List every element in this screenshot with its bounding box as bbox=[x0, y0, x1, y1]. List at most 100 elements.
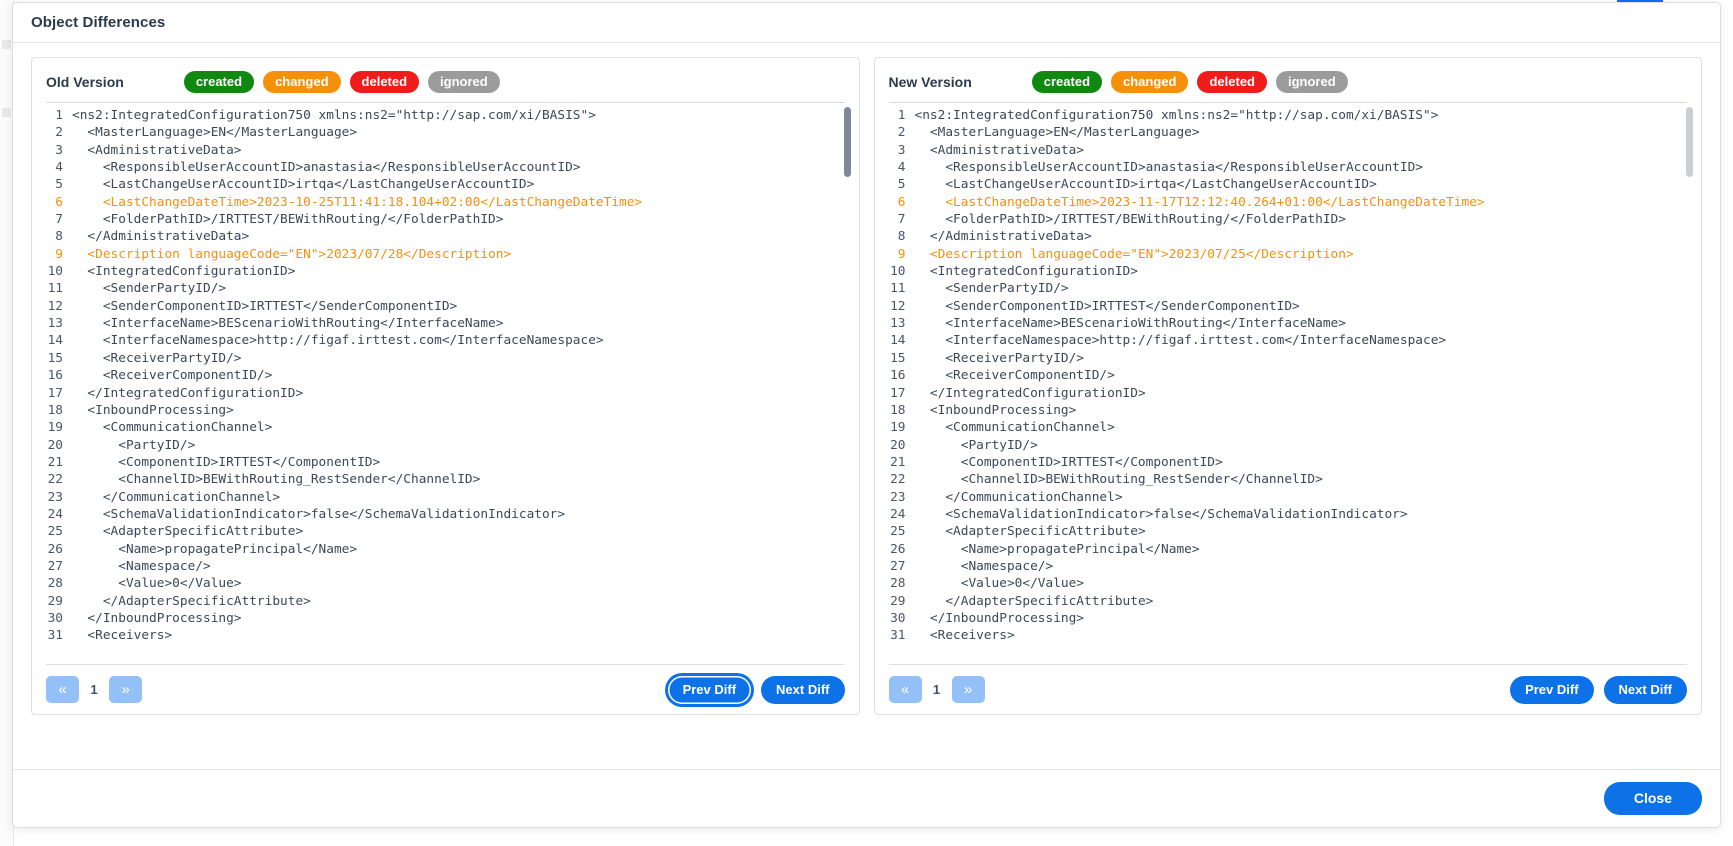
code-line: 23 </CommunicationChannel> bbox=[889, 489, 1696, 506]
legend-badge-deleted: deleted bbox=[349, 71, 420, 93]
code-line-number: 2 bbox=[897, 125, 906, 141]
old-version-code: 1 <ns2:IntegratedConfiguration750 xmlns:n… bbox=[46, 103, 853, 645]
code-line-number: 28 bbox=[890, 576, 906, 592]
old-version-prev-diff-button[interactable]: Prev Diff bbox=[667, 675, 752, 704]
code-line: 28 <Value>0</Value> bbox=[889, 575, 1696, 592]
new-version-first-page-button[interactable]: « bbox=[888, 676, 922, 703]
code-line: 1 <ns2:IntegratedConfiguration750 xmlns:n… bbox=[889, 107, 1696, 124]
new-version-footer: « 1 » Prev Diff Next Diff bbox=[888, 664, 1687, 714]
code-line-number: 30 bbox=[47, 610, 63, 626]
new-version-pager: « 1 » bbox=[888, 676, 985, 703]
code-line: 6 <LastChangeDateTime>2023-10-25T11:41:1… bbox=[46, 194, 853, 211]
code-line-text: <InboundProcessing> bbox=[72, 402, 234, 418]
code-line-number: 31 bbox=[47, 628, 63, 644]
new-version-code-viewport[interactable]: 1 <ns2:IntegratedConfiguration750 xmlns:n… bbox=[889, 103, 1696, 664]
code-line-text: <ResponsibleUserAccountID>anastasia</Res… bbox=[72, 160, 581, 176]
code-line-text: <CommunicationChannel> bbox=[72, 420, 273, 436]
code-line-text: <ComponentID>IRTTEST</ComponentID> bbox=[914, 454, 1223, 470]
code-line-number: 5 bbox=[897, 177, 906, 193]
code-line-text: <LastChangeDateTime>2023-11-17T12:12:40.… bbox=[914, 194, 1485, 210]
code-line-number: 1 bbox=[55, 108, 63, 123]
code-line: 16 <ReceiverComponentID/> bbox=[889, 367, 1696, 384]
code-line: 21 <ComponentID>IRTTEST</ComponentID> bbox=[46, 454, 853, 471]
code-line-text: <ChannelID>BEWithRouting_RestSender</Cha… bbox=[914, 472, 1323, 488]
code-line-text: <MasterLanguage>EN</MasterLanguage> bbox=[72, 125, 358, 141]
code-line-text: </AdministrativeData> bbox=[72, 229, 250, 245]
legend-badge-created: created bbox=[183, 71, 255, 93]
new-version-scrollbar-thumb[interactable] bbox=[1686, 107, 1693, 177]
code-line-number: 4 bbox=[897, 160, 906, 176]
code-line-number: 28 bbox=[47, 576, 63, 592]
code-line: 13 <InterfaceName>BEScenarioWithRouting<… bbox=[889, 315, 1696, 332]
code-line-text: <PartyID/> bbox=[72, 437, 196, 453]
code-line-text: </InboundProcessing> bbox=[914, 610, 1085, 626]
code-line: 16 <ReceiverComponentID/> bbox=[46, 367, 853, 384]
code-line-number: 8 bbox=[55, 229, 63, 245]
old-version-next-page-button[interactable]: » bbox=[109, 676, 142, 703]
code-line-text: <InterfaceNamespace>http://figaf.irttest… bbox=[914, 333, 1447, 349]
code-line: 23 </CommunicationChannel> bbox=[46, 489, 853, 506]
old-version-pager: « 1 » bbox=[46, 676, 142, 703]
code-line-text: <ReceiverComponentID/> bbox=[72, 368, 273, 384]
code-line: 26 <Name>propagatePrincipal</Name> bbox=[46, 541, 853, 558]
old-version-first-page-button[interactable]: « bbox=[46, 676, 79, 703]
code-line-text: </AdapterSpecificAttribute> bbox=[72, 593, 311, 609]
code-line-number: 10 bbox=[47, 264, 63, 280]
code-line-text: <InterfaceName>BEScenarioWithRouting</In… bbox=[72, 316, 504, 332]
code-line-text: <Name>propagatePrincipal</Name> bbox=[72, 541, 358, 557]
code-line-number: 20 bbox=[890, 437, 906, 453]
code-line: 22 <ChannelID>BEWithRouting_RestSender</… bbox=[889, 471, 1696, 488]
code-line: 24 <SchemaValidationIndicator>false</Sch… bbox=[46, 506, 853, 523]
dialog-body: Old Version created changed deleted igno… bbox=[13, 43, 1720, 769]
old-version-code-viewport[interactable]: 1 <ns2:IntegratedConfiguration750 xmlns:n… bbox=[46, 103, 853, 664]
close-button[interactable]: Close bbox=[1603, 782, 1702, 815]
code-line-text: <AdapterSpecificAttribute> bbox=[72, 524, 304, 540]
code-line-text: <SenderPartyID/> bbox=[914, 281, 1069, 297]
code-line-text: <InterfaceName>BEScenarioWithRouting</In… bbox=[914, 316, 1346, 332]
code-line-number: 14 bbox=[47, 333, 63, 349]
code-line-text: </AdapterSpecificAttribute> bbox=[914, 593, 1154, 609]
code-line: 11 <SenderPartyID/> bbox=[46, 280, 853, 297]
code-line: 6 <LastChangeDateTime>2023-11-17T12:12:4… bbox=[889, 194, 1696, 211]
code-line-number: 25 bbox=[47, 524, 63, 540]
code-line-number: 6 bbox=[55, 194, 63, 210]
new-version-next-diff-button[interactable]: Next Diff bbox=[1603, 675, 1687, 704]
code-line-text: <FolderPathID>/IRTTEST/BEWithRouting/</F… bbox=[72, 212, 504, 228]
code-line-text: <ChannelID>BEWithRouting_RestSender</Cha… bbox=[72, 472, 481, 488]
code-line: 2 <MasterLanguage>EN</MasterLanguage> bbox=[889, 124, 1696, 141]
code-line: 11 <SenderPartyID/> bbox=[889, 280, 1696, 297]
code-line-number: 13 bbox=[890, 316, 906, 332]
old-version-next-diff-button[interactable]: Next Diff bbox=[761, 675, 845, 704]
code-line-text: <InboundProcessing> bbox=[914, 402, 1077, 418]
code-line: 30 </InboundProcessing> bbox=[46, 610, 853, 627]
new-version-next-page-button[interactable]: » bbox=[951, 676, 985, 703]
legend-badge-deleted: deleted bbox=[1197, 71, 1267, 93]
code-line-number: 4 bbox=[55, 160, 63, 176]
code-line: 31 <Receivers> bbox=[889, 627, 1696, 644]
code-line-number: 11 bbox=[47, 281, 63, 297]
code-line: 25 <AdapterSpecificAttribute> bbox=[46, 523, 853, 540]
code-line-number: 23 bbox=[890, 489, 906, 505]
code-line-number: 21 bbox=[890, 454, 906, 470]
code-line-text: </IntegratedConfigurationID> bbox=[914, 385, 1146, 401]
code-line-text: <Receivers> bbox=[72, 628, 173, 644]
code-line-text: </AdministrativeData> bbox=[914, 229, 1092, 245]
old-version-scrollbar-thumb[interactable] bbox=[843, 107, 851, 177]
code-line-number: 18 bbox=[47, 402, 63, 418]
code-line: 28 <Value>0</Value> bbox=[46, 575, 853, 592]
code-line: 29 </AdapterSpecificAttribute> bbox=[46, 593, 853, 610]
code-line: 22 <ChannelID>BEWithRouting_RestSender</… bbox=[46, 471, 853, 488]
code-line-number: 25 bbox=[890, 524, 906, 540]
old-version-page-number: 1 bbox=[90, 682, 98, 697]
code-line-text: <ns2:IntegratedConfiguration750 xmlns:ns… bbox=[72, 108, 596, 123]
code-line-number: 29 bbox=[890, 593, 906, 609]
code-line-number: 9 bbox=[55, 246, 63, 262]
code-line-number: 22 bbox=[890, 472, 906, 488]
new-version-prev-diff-button[interactable]: Prev Diff bbox=[1510, 675, 1594, 704]
code-line-number: 24 bbox=[890, 506, 906, 522]
new-version-diff-nav: Prev Diff Next Diff bbox=[1510, 675, 1687, 704]
code-line: 31 <Receivers> bbox=[46, 627, 853, 644]
dialog-footer: Close bbox=[13, 769, 1720, 827]
new-version-header: New Version created changed deleted igno… bbox=[875, 64, 1702, 100]
old-version-header: Old Version created changed deleted igno… bbox=[32, 64, 859, 100]
